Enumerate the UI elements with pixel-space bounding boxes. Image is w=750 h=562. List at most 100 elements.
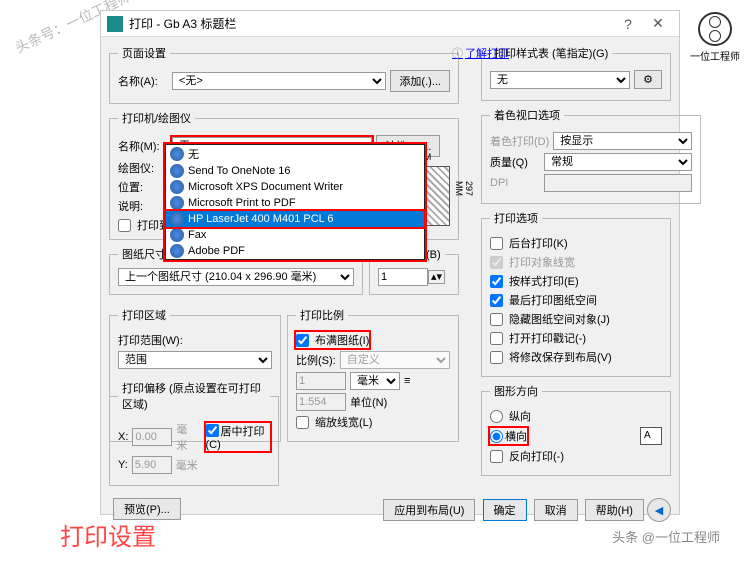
dpi-label: DPI	[490, 177, 540, 189]
printer-option-selected[interactable]: HP LaserJet 400 M401 PCL 6	[166, 211, 424, 227]
cancel-button[interactable]: 取消	[534, 499, 578, 521]
plot-style-select[interactable]: 无	[490, 71, 630, 89]
titlebar: 打印 - Gb A3 标题栏 ? ✕	[101, 11, 679, 37]
spinner-icon[interactable]: ▴▾	[428, 270, 445, 284]
opt-stamp-check[interactable]	[490, 332, 503, 345]
opt-last-check[interactable]	[490, 294, 503, 307]
offset-y-label: Y:	[118, 459, 128, 471]
app-icon	[107, 16, 123, 32]
shade-select[interactable]: 按显示	[553, 132, 692, 150]
scale-num1-input	[296, 372, 346, 390]
center-plot-check[interactable]	[206, 424, 219, 437]
opt-bg-label: 后台打印(K)	[509, 235, 568, 251]
plot-area-legend: 打印区域	[118, 307, 170, 323]
scale-lw-label: 缩放线宽(L)	[315, 414, 372, 430]
landscape-radio[interactable]	[490, 430, 503, 443]
offset-x-input	[132, 428, 172, 446]
pagesetup-add-button[interactable]: 添加(.)...	[390, 70, 450, 92]
printer-icon	[170, 180, 184, 194]
printer-name-label: 名称(M):	[118, 138, 168, 154]
opt-save-label: 将修改保存到布局(V)	[509, 349, 612, 365]
orientation-group: 图形方向 纵向 横向 A 反向打印(-)	[481, 383, 671, 476]
preview-height-label: 297 MM	[454, 181, 474, 211]
plot-styles-group: 打印样式表 (笔指定)(G) 无	[481, 45, 671, 101]
pagesetup-name-select[interactable]: <无>	[172, 72, 386, 90]
watermark-logo: 一位工程师	[690, 12, 740, 63]
dialog-title: 打印 - Gb A3 标题栏	[129, 15, 613, 32]
printer-option[interactable]: Microsoft Print to PDF	[166, 195, 424, 211]
plot-scale-group: 打印比例 布满图纸(I) 比例(S):自定义 毫米≡ 单位(N) 缩放线宽(L)	[287, 307, 459, 442]
paper-size-select[interactable]: 上一个图纸尺寸 (210.04 x 296.90 毫米)	[118, 268, 354, 286]
plot-offset-group: 打印偏移 (原点设置在可打印区域) X:毫米 居中打印(C) Y:毫米	[109, 380, 279, 486]
annotation-title: 打印设置	[60, 517, 156, 552]
viewport-options-group: 着色视口选项 着色打印(D)按显示 质量(Q)常规 DPI	[481, 107, 701, 204]
opt-bg-check[interactable]	[490, 237, 503, 250]
offset-y-input	[132, 456, 172, 474]
opt-hide-label: 隐藏图纸空间对象(J)	[509, 311, 610, 327]
offset-x-label: X:	[118, 431, 128, 443]
learn-print-link[interactable]: ⓘ了解打印	[452, 45, 509, 61]
help-titlebar-button[interactable]: ?	[613, 16, 643, 32]
printer-legend: 打印机/绘图仪	[118, 110, 195, 126]
printer-option[interactable]: Send To OneNote 16	[166, 163, 424, 179]
printer-option[interactable]: Adobe PDF	[166, 243, 424, 259]
reverse-label: 反向打印(-)	[509, 448, 564, 464]
printer-group: 打印机/绘图仪 名称(M): 无 特性(R)... 绘图仪: 位置: 说明: 打…	[109, 110, 459, 240]
shade-label: 着色打印(D)	[490, 133, 549, 149]
scale-unit-select[interactable]: 毫米	[350, 372, 400, 390]
opt-lw-label: 打印对象线宽	[509, 254, 575, 270]
plot-style-edit-button[interactable]	[634, 70, 662, 89]
plot-range-label: 打印范围(W):	[118, 332, 183, 348]
opt-stamp-label: 打开打印戳记(-)	[509, 330, 586, 346]
dpi-input	[544, 174, 692, 192]
offset-x-unit: 毫米	[176, 421, 195, 453]
printer-icon	[170, 244, 184, 258]
plot-options-group: 打印选项 后台打印(K) 打印对象线宽 按样式打印(E) 最后打印图纸空间 隐藏…	[481, 210, 671, 377]
plot-range-select[interactable]: 范围	[118, 351, 272, 369]
printer-icon	[170, 147, 184, 161]
printer-option[interactable]: Microsoft XPS Document Writer	[166, 179, 424, 195]
scale-unit2-label: 单位(N)	[350, 394, 387, 410]
copies-input[interactable]	[378, 268, 428, 286]
dialog-buttons: 预览(P)... 应用到布局(U) 确定 取消 帮助(H) ◀	[109, 492, 671, 522]
close-button[interactable]: ✕	[643, 15, 673, 32]
printer-icon	[170, 212, 184, 226]
printer-option[interactable]: 无	[166, 145, 424, 163]
reverse-check[interactable]	[490, 450, 503, 463]
scale-ratio-label: 比例(S):	[296, 352, 336, 368]
opt-hide-check[interactable]	[490, 313, 503, 326]
opt-style-check[interactable]	[490, 275, 503, 288]
collapse-button[interactable]: ◀	[647, 498, 671, 522]
print-to-file-check[interactable]	[118, 219, 131, 232]
help-button[interactable]: 帮助(H)	[585, 499, 644, 521]
offset-y-unit: 毫米	[176, 457, 198, 473]
plotter-label: 绘图仪:	[118, 160, 168, 176]
printer-dropdown-list: 无 Send To OneNote 16 Microsoft XPS Docum…	[165, 144, 425, 260]
printer-option[interactable]: Fax	[166, 227, 424, 243]
printer-icon	[170, 164, 184, 178]
desc-label: 说明:	[118, 198, 168, 214]
logo-label: 一位工程师	[690, 48, 740, 63]
print-dialog: 打印 - Gb A3 标题栏 ? ✕ ⓘ了解打印 页面设置 名称(A): <无>…	[100, 10, 680, 515]
portrait-radio[interactable]	[490, 410, 503, 423]
opt-style-label: 按样式打印(E)	[509, 273, 579, 289]
opt-save-check[interactable]	[490, 351, 503, 364]
printer-icon	[170, 228, 184, 242]
pagesetup-name-label: 名称(A):	[118, 73, 168, 89]
apply-layout-button[interactable]: 应用到布局(U)	[383, 499, 475, 521]
quality-select[interactable]: 常规	[544, 153, 692, 171]
ok-button[interactable]: 确定	[483, 499, 527, 521]
annotation-source: 头条 @一位工程师	[612, 527, 720, 546]
scale-ratio-select: 自定义	[340, 351, 450, 369]
scale-lw-check[interactable]	[296, 416, 309, 429]
chevron-left-icon: ◀	[655, 504, 663, 517]
fit-paper-check[interactable]	[296, 334, 309, 347]
opt-lw-check	[490, 256, 503, 269]
plot-scale-legend: 打印比例	[296, 307, 348, 323]
page-setup-group: 页面设置 名称(A): <无> 添加(.)...	[109, 45, 459, 104]
orientation-legend: 图形方向	[490, 383, 542, 399]
opt-last-label: 最后打印图纸空间	[509, 292, 597, 308]
location-label: 位置:	[118, 179, 168, 195]
scale-num2-input	[296, 393, 346, 411]
landscape-label: 横向	[505, 431, 527, 443]
